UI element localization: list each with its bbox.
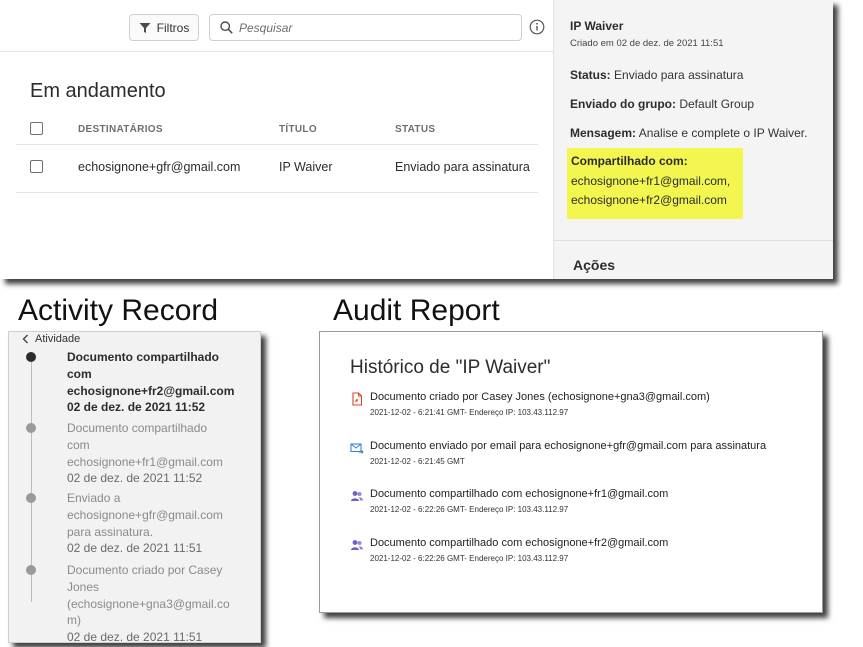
activity-item: Documento compartilhado com echosignone+…: [67, 349, 257, 416]
details-message-label: Mensagem:: [570, 126, 637, 140]
timeline-dot: [26, 565, 36, 575]
row-checkbox[interactable]: [30, 160, 43, 173]
shared-with-highlight: Compartilhado com: echosignone+fr1@gmail…: [567, 148, 743, 219]
audit-event-text: Documento compartilhado com echosignone+…: [370, 488, 669, 500]
column-header-recipients[interactable]: DESTINATÁRIOS: [78, 124, 163, 135]
activity-text-line: Documento criado por Casey: [67, 563, 223, 577]
activity-item: Documento compartilhado com echosignone+…: [67, 420, 257, 487]
details-group: Enviado do grupo: Default Group: [570, 97, 754, 111]
activity-text-line: Documento compartilhado: [67, 421, 208, 435]
row-recipients: echosignone+gfr@gmail.com: [78, 160, 241, 174]
details-status-value: Enviado para assinatura: [614, 68, 744, 82]
activity-back-label: Atividade: [35, 333, 81, 345]
audit-event-meta: 2021-12-02 - 6:22:26 GMT- Endereço IP: 1…: [370, 505, 569, 514]
audit-report-heading: Audit Report: [333, 294, 500, 327]
activity-date: 02 de dez. de 2021 11:51: [67, 541, 203, 556]
shared-email: echosignone+fr2@gmail.com: [571, 193, 727, 207]
table-header: DESTINATÁRIOS TÍTULO STATUS: [30, 121, 538, 143]
timeline-dot: [26, 423, 36, 433]
funnel-icon: [139, 22, 151, 33]
activity-text-line: echosignone+gfr@gmail.com: [67, 507, 223, 522]
filters-label: Filtros: [156, 20, 190, 35]
select-all-checkbox[interactable]: [30, 122, 43, 135]
shared-users-icon: [351, 540, 363, 550]
actions-heading[interactable]: Ações: [573, 257, 615, 273]
details-divider: [554, 240, 833, 241]
activity-text-line: com: [67, 366, 92, 381]
activity-text-line: Documento compartilhado: [67, 350, 220, 364]
row-title: IP Waiver: [279, 160, 333, 174]
audit-event-text: Documento compartilhado com echosignone+…: [370, 537, 669, 549]
details-pane: IP Waiver Criado em 02 de dez. de 2021 1…: [553, 0, 833, 279]
timeline-dot: [26, 493, 36, 503]
activity-text-line: Jones: [67, 579, 100, 594]
activity-date: 02 de dez. de 2021 11:52: [67, 400, 206, 415]
column-header-status[interactable]: STATUS: [395, 124, 435, 135]
activity-date: 02 de dez. de 2021 11:52: [67, 471, 203, 486]
search-field[interactable]: [209, 14, 522, 41]
details-message: Mensagem: Analise e complete o IP Waiver…: [570, 126, 807, 140]
activity-item: Documento criado por Casey Jones (echosi…: [67, 562, 257, 643]
filters-button[interactable]: Filtros: [129, 14, 199, 41]
activity-date: 02 de dez. de 2021 11:51: [67, 630, 203, 643]
shared-with-label: Compartilhado com:: [571, 154, 688, 168]
details-title: IP Waiver: [570, 19, 624, 33]
activity-text-line: echosignone+fr1@gmail.com: [67, 454, 223, 469]
activity-record-heading: Activity Record: [18, 294, 219, 327]
document-created-icon: [352, 392, 363, 406]
table-row[interactable]: echosignone+gfr@gmail.com IP Waiver Envi…: [30, 150, 538, 184]
activity-text-line: Enviado a: [67, 491, 121, 505]
activity-text-line: para assinatura.: [67, 524, 154, 539]
audit-event-meta: 2021-12-02 - 6:21:41 GMT- Endereço IP: 1…: [370, 408, 569, 417]
audit-event-meta: 2021-12-02 - 6:21:45 GMT: [370, 457, 465, 466]
audit-report-panel: Histórico de "IP Waiver" Documento criad…: [319, 331, 823, 613]
details-group-label: Enviado do grupo:: [570, 97, 676, 111]
header-divider: [16, 144, 538, 145]
toolbar-divider: [0, 51, 553, 52]
audit-title: Histórico de "IP Waiver": [350, 357, 551, 378]
activity-text-line: m): [67, 613, 81, 628]
activity-text-line: echosignone+fr2@gmail.com: [67, 383, 235, 398]
details-message-value: Analise e complete o IP Waiver.: [638, 126, 808, 140]
search-input[interactable]: [239, 20, 509, 35]
audit-event-text: Documento enviado por email para echosig…: [370, 440, 767, 452]
details-status: Status: Enviado para assinatura: [570, 68, 743, 82]
activity-text-line: (echosignone+gna3@gmail.co: [67, 596, 230, 611]
details-created: Criado em 02 de dez. de 2021 11:51: [570, 38, 724, 49]
activity-panel: Atividade Documento compartilhado com ec…: [8, 331, 261, 643]
search-icon: [220, 21, 233, 34]
info-icon[interactable]: [529, 19, 545, 35]
section-title: Em andamento: [30, 80, 166, 102]
activity-text-line: com: [67, 437, 90, 452]
activity-back-button[interactable]: Atividade: [22, 333, 80, 345]
email-sent-icon: [350, 443, 364, 454]
activity-item: Enviado a echosignone+gfr@gmail.com para…: [67, 490, 257, 557]
details-status-label: Status:: [570, 68, 611, 82]
column-header-title[interactable]: TÍTULO: [279, 124, 317, 135]
details-group-value: Default Group: [679, 97, 755, 111]
shared-email: echosignone+fr1@gmail.com,: [571, 174, 731, 188]
timeline-dot: [26, 352, 36, 362]
audit-event-meta: 2021-12-02 - 6:22:26 GMT- Endereço IP: 1…: [370, 554, 569, 563]
shared-users-icon: [351, 491, 363, 501]
row-divider: [16, 192, 538, 193]
agreements-panel: Filtros Em andamento DESTINATÁRIOS TÍTUL…: [0, 0, 833, 279]
audit-event-text: Documento criado por Casey Jones (echosi…: [370, 391, 710, 403]
row-status: Enviado para assinatura: [395, 160, 530, 174]
chevron-left-icon: [22, 334, 28, 344]
